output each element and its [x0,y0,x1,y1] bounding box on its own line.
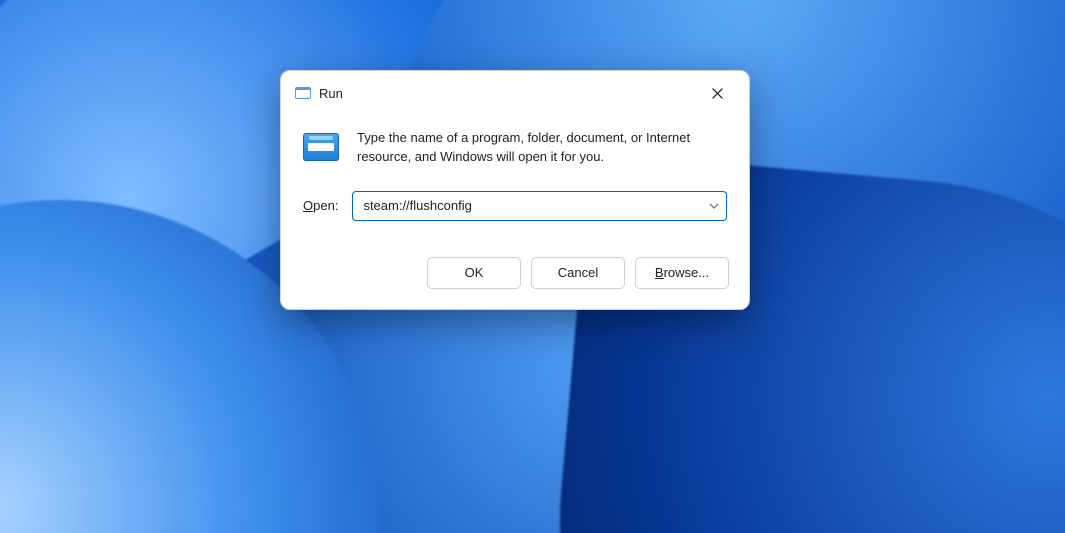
close-icon [712,88,723,99]
dialog-title: Run [319,86,699,101]
close-button[interactable] [699,81,735,105]
ok-button[interactable]: OK [427,257,521,289]
open-input[interactable] [352,191,727,221]
open-label: Open: [303,198,338,213]
titlebar: Run [281,71,749,111]
open-row: Open: [281,171,749,247]
dialog-description: Type the name of a program, folder, docu… [357,129,727,167]
run-dialog: Run Type the name of a program, folder, … [280,70,750,310]
open-combobox[interactable] [352,191,727,221]
run-icon [303,133,339,161]
button-row: OK Cancel Browse... [281,247,749,309]
browse-button[interactable]: Browse... [635,257,729,289]
cancel-button[interactable]: Cancel [531,257,625,289]
dialog-content: Type the name of a program, folder, docu… [281,111,749,171]
run-titlebar-icon [295,87,311,99]
